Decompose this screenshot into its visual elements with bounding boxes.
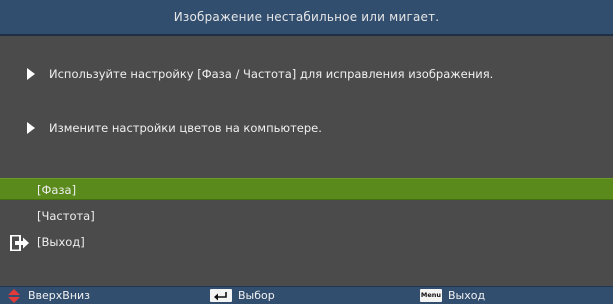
- page-title: Изображение нестабильное или мигает.: [173, 10, 440, 24]
- hint-select-label: Выбор: [238, 289, 275, 302]
- option-frequency[interactable]: [Частота]: [0, 205, 613, 227]
- exit-icon: [10, 235, 29, 251]
- enter-key-icon: [210, 289, 232, 302]
- osd-help-screen: Изображение нестабильное или мигает. Исп…: [0, 0, 613, 304]
- tip-text: Используйте настройку [Фаза / Частота] д…: [49, 67, 494, 81]
- updown-arrows-icon: [8, 288, 20, 303]
- title-bar: Изображение нестабильное или мигает.: [0, 0, 613, 36]
- play-arrow-icon: [27, 122, 35, 134]
- tip-item: Используйте настройку [Фаза / Частота] д…: [0, 64, 493, 84]
- option-label: [Фаза]: [37, 183, 77, 197]
- hint-select: Выбор: [210, 287, 275, 304]
- option-label: [Частота]: [37, 209, 95, 223]
- footer-hint-bar: ВверхВниз Выбор Menu Выход: [0, 286, 613, 304]
- hint-exit-label: Выход: [448, 289, 486, 302]
- tip-item: Измените настройки цветов на компьютере.: [0, 118, 322, 138]
- options-menu: [Фаза] [Частота] [Выход]: [0, 178, 613, 262]
- tips-list: Используйте настройку [Фаза / Частота] д…: [0, 36, 613, 178]
- option-label: [Выход]: [37, 235, 85, 249]
- option-exit[interactable]: [Выход]: [0, 231, 613, 253]
- play-arrow-icon: [27, 68, 35, 80]
- option-phase[interactable]: [Фаза]: [0, 178, 613, 200]
- tip-text: Измените настройки цветов на компьютере.: [49, 121, 322, 135]
- hint-exit: Menu Выход: [420, 287, 485, 304]
- menu-key-icon: Menu: [420, 289, 442, 302]
- hint-updown-label: ВверхВниз: [28, 289, 91, 302]
- hint-updown: ВверхВниз: [6, 287, 90, 304]
